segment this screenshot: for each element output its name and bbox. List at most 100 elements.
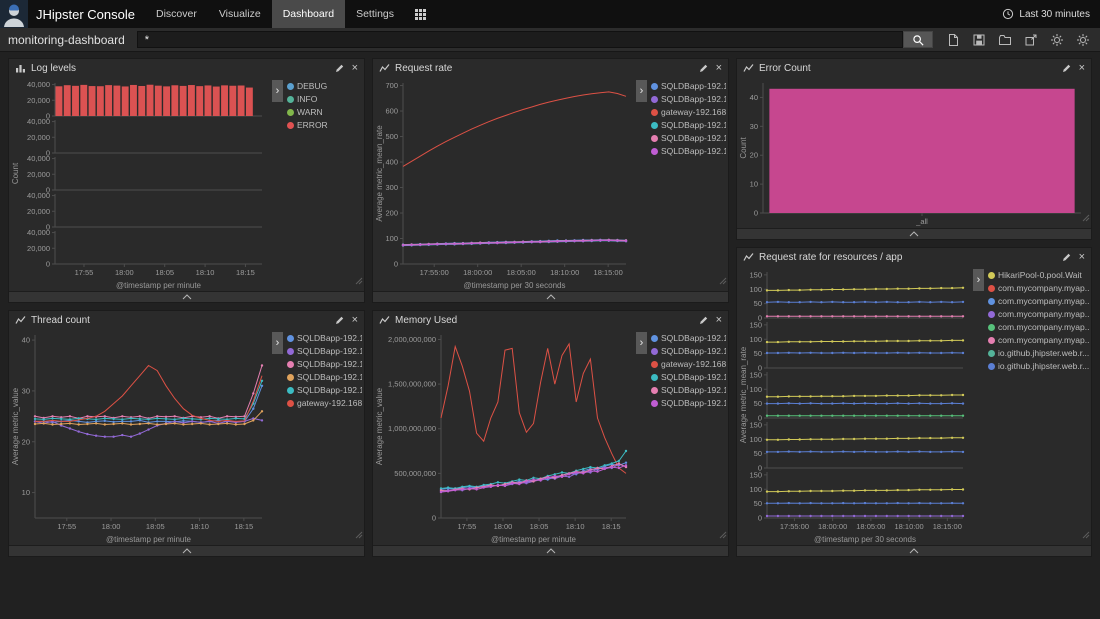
svg-text:18:00: 18:00 <box>494 522 513 531</box>
legend-toggle-icon[interactable]: › <box>636 80 647 102</box>
edit-panel-icon[interactable] <box>1062 252 1072 262</box>
legend-item[interactable]: ERROR <box>287 120 362 130</box>
nav-item-settings[interactable]: Settings <box>345 0 405 28</box>
memory-used-chart: Average metric_value@timestamp per minut… <box>373 329 636 545</box>
collapse-panel-button[interactable] <box>737 545 1091 556</box>
save-icon <box>972 33 986 47</box>
resize-handle[interactable] <box>355 526 363 544</box>
legend-toggle-icon[interactable]: › <box>636 332 647 354</box>
resize-handle[interactable] <box>719 526 727 544</box>
legend-item[interactable]: gateway-192.168.4... <box>651 107 726 117</box>
time-picker[interactable]: Last 30 minutes <box>1002 8 1100 20</box>
legend-swatch <box>287 348 294 355</box>
query-input[interactable] <box>137 31 903 48</box>
svg-text:18:15: 18:15 <box>602 522 621 531</box>
legend-item[interactable]: SQLDBapp-192.168.4... <box>651 120 726 130</box>
svg-text:18:15:00: 18:15:00 <box>594 268 623 277</box>
legend-item[interactable]: SQLDBapp-192.168.4... <box>651 333 726 343</box>
legend-swatch <box>651 148 658 155</box>
legend-item[interactable]: SQLDBapp-192.168.4... <box>651 146 726 156</box>
line-chart-icon <box>743 63 754 73</box>
nav-item-discover[interactable]: Discover <box>145 0 208 28</box>
edit-panel-icon[interactable] <box>699 63 709 73</box>
legend-item[interactable]: SQLDBapp-192.168.4... <box>651 372 726 382</box>
legend-label: io.github.jhipster.web.r... <box>998 361 1089 371</box>
legend-item[interactable]: SQLDBapp-192.168.4... <box>651 385 726 395</box>
legend-label: HikariPool-0.pool.Wait <box>998 270 1082 280</box>
legend-item[interactable]: SQLDBapp-192.168.4... <box>651 398 726 408</box>
close-panel-icon[interactable]: × <box>352 63 358 74</box>
legend-item[interactable]: DEBUG <box>287 81 362 91</box>
legend-item[interactable]: SQLDBapp-192.168.4... <box>287 359 362 369</box>
nav-item-visualize[interactable]: Visualize <box>208 0 272 28</box>
search-button[interactable] <box>903 31 933 48</box>
svg-text:100: 100 <box>749 285 762 294</box>
legend-toggle-icon[interactable]: › <box>973 269 984 291</box>
panel-error-count: Error Count × Count_all010203040 <box>736 58 1092 240</box>
new-dashboard-button[interactable] <box>943 30 962 49</box>
collapse-panel-button[interactable] <box>9 545 364 556</box>
close-panel-icon[interactable]: × <box>1079 252 1085 263</box>
save-dashboard-button[interactable] <box>969 30 988 49</box>
legend-item[interactable]: io.github.jhipster.web.r... <box>988 348 1089 358</box>
resize-handle[interactable] <box>1082 209 1090 227</box>
collapse-panel-button[interactable] <box>373 291 728 302</box>
svg-text:18:15:00: 18:15:00 <box>933 522 962 531</box>
edit-panel-icon[interactable] <box>1062 63 1072 73</box>
resize-handle[interactable] <box>355 272 363 290</box>
legend-item[interactable]: INFO <box>287 94 362 104</box>
legend-item[interactable]: HikariPool-0.pool.Wait <box>988 270 1089 280</box>
settings-button[interactable] <box>1073 30 1092 49</box>
legend-item[interactable]: gateway-192.168.43.8... <box>287 398 362 408</box>
legend-item[interactable]: SQLDBapp-192.168.4... <box>651 94 726 104</box>
legend-item[interactable]: SQLDBapp-192.168.4... <box>287 333 362 343</box>
legend-item[interactable]: SQLDBapp-192.168.4... <box>287 385 362 395</box>
request-rate-chart: Average metric_mean_rate@timestamp per 3… <box>373 77 636 291</box>
legend-item[interactable]: SQLDBapp-192.168.4... <box>651 81 726 91</box>
svg-text:Average metric_mean_rate: Average metric_mean_rate <box>375 125 384 222</box>
legend-item[interactable]: SQLDBapp-192.168.4... <box>287 346 362 356</box>
svg-text:18:00: 18:00 <box>115 268 134 277</box>
legend-item[interactable]: WARN <box>287 107 362 117</box>
legend-item[interactable]: io.github.jhipster.web.r... <box>988 361 1089 371</box>
svg-text:100: 100 <box>749 435 762 444</box>
svg-text:40,000: 40,000 <box>27 154 50 163</box>
collapse-panel-button[interactable] <box>9 291 364 302</box>
legend-swatch <box>651 83 658 90</box>
close-panel-icon[interactable]: × <box>716 63 722 74</box>
legend-toggle-icon[interactable]: › <box>272 332 283 354</box>
chevron-up-icon <box>909 548 919 554</box>
edit-panel-icon[interactable] <box>335 63 345 73</box>
svg-text:17:55:00: 17:55:00 <box>780 522 809 531</box>
resize-handle[interactable] <box>1082 526 1090 544</box>
close-panel-icon[interactable]: × <box>352 315 358 326</box>
legend-item[interactable]: com.mycompany.myap... <box>988 309 1089 319</box>
legend-item[interactable]: SQLDBapp-192.168.4... <box>651 346 726 356</box>
apps-grid-icon[interactable] <box>405 0 436 28</box>
legend-item[interactable]: SQLDBapp-192.168.4... <box>287 372 362 382</box>
legend-swatch <box>988 285 995 292</box>
legend-item[interactable]: com.mycompany.myap... <box>988 335 1089 345</box>
close-panel-icon[interactable]: × <box>1079 63 1085 74</box>
jhipster-logo[interactable] <box>0 0 28 28</box>
legend-item[interactable]: SQLDBapp-192.168.4... <box>651 133 726 143</box>
share-dashboard-button[interactable] <box>1021 30 1040 49</box>
collapse-panel-button[interactable] <box>737 228 1091 239</box>
legend-item[interactable]: com.mycompany.myap... <box>988 322 1089 332</box>
edit-panel-icon[interactable] <box>699 315 709 325</box>
legend-item[interactable]: com.mycompany.myap... <box>988 296 1089 306</box>
close-panel-icon[interactable]: × <box>716 315 722 326</box>
panel-title: Error Count <box>759 63 811 74</box>
collapse-panel-button[interactable] <box>373 545 728 556</box>
svg-text:40,000: 40,000 <box>27 80 50 89</box>
legend-item[interactable]: gateway-192.168.4... <box>651 359 726 369</box>
svg-text:20,000: 20,000 <box>27 96 50 105</box>
chevron-up-icon <box>909 231 919 237</box>
options-button[interactable] <box>1047 30 1066 49</box>
legend-item[interactable]: com.mycompany.myap... <box>988 283 1089 293</box>
load-dashboard-button[interactable] <box>995 30 1014 49</box>
legend-toggle-icon[interactable]: › <box>272 80 283 102</box>
resize-handle[interactable] <box>719 272 727 290</box>
edit-panel-icon[interactable] <box>335 315 345 325</box>
nav-item-dashboard[interactable]: Dashboard <box>272 0 345 28</box>
